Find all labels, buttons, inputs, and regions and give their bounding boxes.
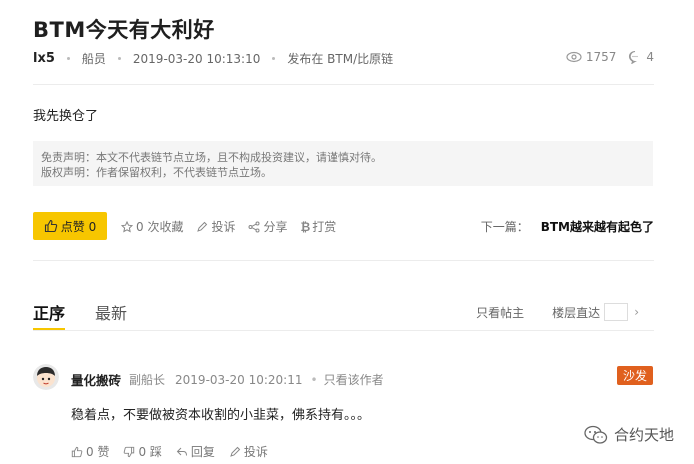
divider	[33, 260, 654, 261]
author-role: 船员	[81, 52, 106, 66]
watermark-text: 合约天地	[613, 426, 674, 444]
report-button[interactable]: 投诉	[196, 218, 235, 235]
reply-icon	[176, 447, 187, 456]
like-button[interactable]: 点赞 0	[33, 212, 107, 240]
owner-only-filter[interactable]: 只看帖主	[476, 304, 524, 321]
post-title: BTM今天有大利好	[33, 18, 215, 42]
post-time: 2019-03-20 10:13:10	[132, 51, 261, 66]
separator-dot	[272, 57, 276, 60]
favorite-label: 0 次收藏	[136, 220, 184, 234]
reply-label: 回复	[190, 445, 215, 459]
next-post-link[interactable]: BTM越来越有起色了	[541, 220, 654, 234]
thumbs-down-icon	[124, 446, 135, 457]
share-icon	[248, 221, 260, 232]
disclaimer-box: 免责声明：本文不代表链节点立场，且不构成投资建议，请谨慎对待。 版权声明：作者保…	[33, 141, 653, 186]
tip-label: 打赏	[312, 220, 337, 234]
reply-button[interactable]: 回复	[176, 443, 215, 460]
post-category[interactable]: 发布在 BTM/比原链	[287, 50, 393, 67]
comment-actions: 0 赞 0 踩 回复 投诉	[71, 443, 282, 460]
sofa-badge: 沙发	[616, 366, 653, 385]
bitcoin-icon: ₿	[300, 219, 311, 234]
comment-meta: 量化搬砖 副船长 2019-03-20 10:20:11 • 只看该作者	[71, 370, 384, 389]
favorite-button[interactable]: 0 次收藏	[121, 218, 183, 235]
report-label: 投诉	[211, 220, 236, 234]
thumbs-up-icon	[44, 219, 57, 233]
comment-report-button[interactable]: 投诉	[229, 443, 268, 460]
tip-button[interactable]: ₿ 打赏	[300, 218, 336, 235]
chevron-right-icon[interactable]: ›	[634, 305, 639, 319]
share-button[interactable]: 分享	[248, 218, 287, 235]
floor-jump-input[interactable]	[604, 303, 629, 321]
comment-dislike-label: 0 踩	[138, 445, 162, 459]
star-icon	[121, 220, 133, 232]
avatar[interactable]	[33, 364, 59, 390]
comment-text: 稳着点，不要做被资本收割的小韭菜，佛系持有。。。	[71, 408, 371, 423]
comment-like-label: 0 赞	[86, 445, 110, 459]
comment-tabs: 正序 最新	[33, 300, 157, 331]
like-label: 点赞 0	[60, 219, 97, 234]
comment-icon	[628, 50, 642, 64]
commenter-role: 副船长	[129, 373, 166, 387]
disclaimer-text: 免责声明：本文不代表链节点立场，且不构成投资建议，请谨慎对待。	[41, 151, 382, 164]
divider	[33, 84, 654, 85]
comment-time: 2019-03-20 10:20:11	[175, 372, 303, 387]
floor-jump-label: 楼层直达	[552, 305, 601, 320]
comment-dislike-button[interactable]: 0 踩	[123, 443, 162, 460]
author-only-filter[interactable]: 只看该作者	[324, 371, 384, 388]
eye-icon	[566, 51, 582, 63]
comment-report-label: 投诉	[243, 445, 268, 459]
separator-dot	[66, 57, 70, 60]
post-content: 我先换仓了	[33, 109, 99, 124]
next-post: 下一篇： BTM越来越有起色了	[481, 218, 654, 235]
view-count: 1757	[585, 50, 617, 64]
watermark: 合约天地	[584, 424, 674, 445]
author-name[interactable]: lx5	[33, 51, 55, 66]
separator-dot: •	[310, 372, 318, 387]
separator-dot	[117, 57, 121, 60]
thumbs-up-icon	[71, 446, 83, 457]
tab-ascending[interactable]: 正序	[33, 300, 66, 331]
pencil-icon	[230, 446, 241, 457]
share-label: 分享	[263, 220, 288, 234]
copyright-text: 版权声明：作者保留权利，不代表链节点立场。	[41, 166, 272, 179]
wechat-icon	[584, 425, 608, 444]
post-stats: 1757 4	[566, 50, 654, 64]
tab-latest[interactable]: 最新	[95, 300, 127, 331]
post-meta: lx5 船员 2019-03-20 10:13:10 发布在 BTM/比原链	[33, 50, 393, 67]
next-post-label: 下一篇：	[480, 220, 529, 234]
comment-filters: 只看帖主 楼层直达 ›	[476, 303, 639, 321]
commenter-name[interactable]: 量化搬砖	[71, 370, 121, 389]
pencil-icon	[197, 221, 208, 232]
comment-count: 4	[646, 50, 654, 64]
divider	[33, 330, 654, 331]
post-actions: 0 次收藏 投诉 分享 ₿ 打赏	[121, 218, 349, 235]
comment-like-button[interactable]: 0 赞	[71, 443, 109, 460]
